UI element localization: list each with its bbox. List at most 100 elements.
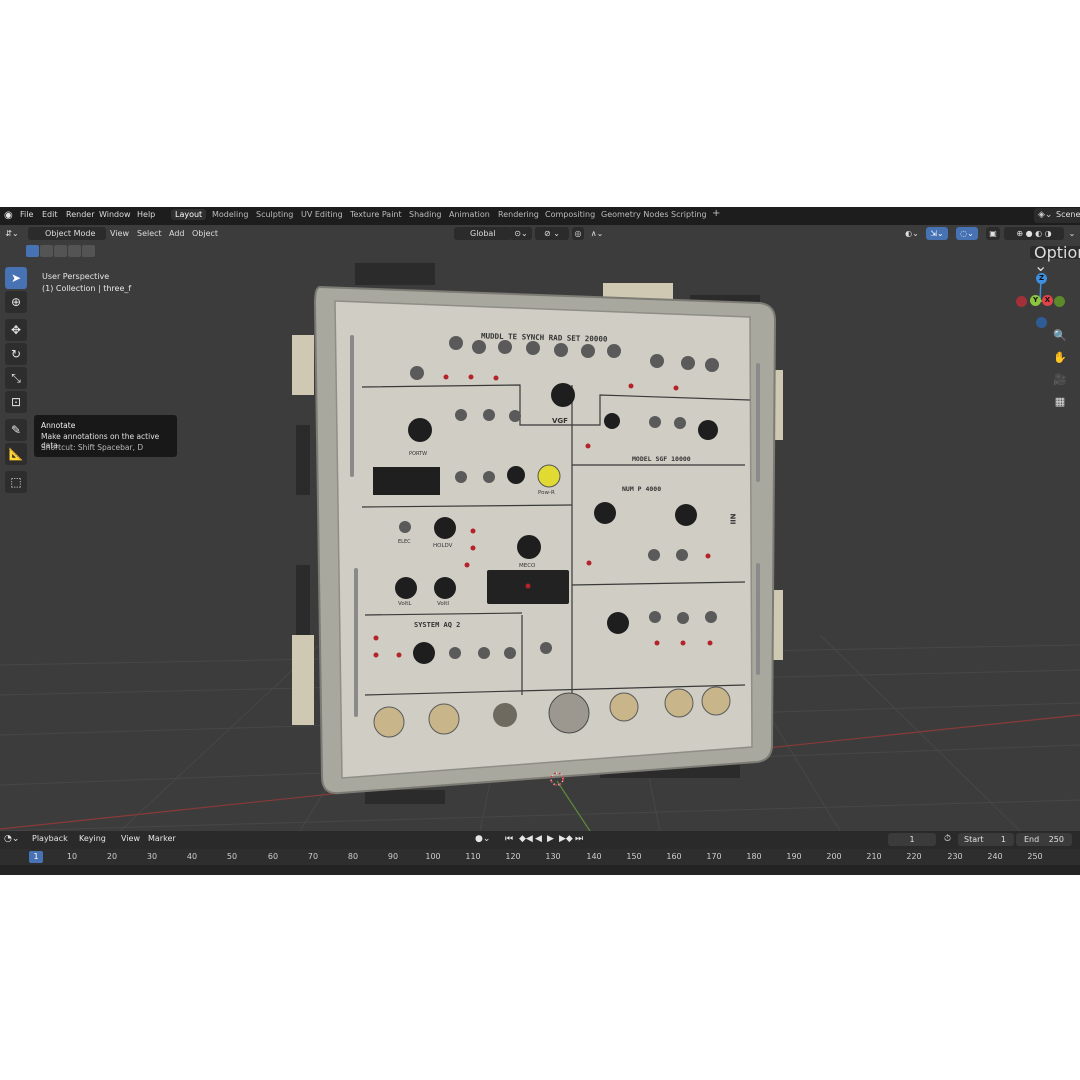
pivot-point-icon[interactable]: ⊙⌄: [510, 227, 532, 240]
end-value: 250: [1048, 835, 1064, 844]
ruler-tick: 240: [987, 852, 1003, 861]
timeline-ruler[interactable]: 1 10 20 30 40 50 60 70 80 90 100 110 120…: [0, 849, 1080, 865]
select-extend-icon[interactable]: [40, 245, 53, 257]
zoom-icon[interactable]: 🔍: [1052, 328, 1068, 344]
annotate-tooltip: Annotate Make annotations on the active …: [34, 415, 177, 457]
select-new-icon[interactable]: [26, 245, 39, 257]
menu-marker[interactable]: Marker: [148, 834, 176, 843]
ruler-tick: 200: [826, 852, 842, 861]
panel-num-label: NUM P 4000: [622, 485, 662, 493]
sdi-connector: [493, 703, 517, 727]
gizmo-neg-x[interactable]: [1016, 296, 1027, 307]
transform-tool-icon[interactable]: ⊡: [5, 391, 27, 413]
menu-timeline-view[interactable]: View: [121, 834, 140, 843]
tab-uv-editing[interactable]: UV Editing: [297, 209, 347, 220]
viewport-canvas: [0, 263, 1080, 831]
shading-options-icon[interactable]: ⌄: [1066, 227, 1078, 240]
gizmo-z-axis[interactable]: Z: [1036, 273, 1047, 284]
start-frame-field[interactable]: Start 1: [958, 833, 1014, 846]
scene-selector[interactable]: ◈⌄ Scene: [1034, 208, 1080, 223]
menu-playback[interactable]: Playback: [32, 834, 68, 843]
transform-orientation-dropdown[interactable]: Global: [454, 227, 512, 240]
tab-modeling[interactable]: Modeling: [208, 209, 252, 220]
end-label: End: [1024, 835, 1040, 844]
play-icon[interactable]: ▶: [547, 834, 554, 844]
editor-type-icon[interactable]: ⇵⌄: [4, 227, 20, 240]
tab-geometry-nodes[interactable]: Geometry Nodes: [597, 209, 672, 220]
gizmo-y-axis[interactable]: Y: [1030, 295, 1041, 306]
end-frame-field[interactable]: End 250: [1016, 833, 1072, 846]
gizmo-neg-y[interactable]: [1054, 296, 1065, 307]
menu-render[interactable]: Render: [66, 210, 94, 219]
menu-view[interactable]: View: [106, 227, 133, 240]
select-invert-icon[interactable]: [68, 245, 81, 257]
ruler-tick: 150: [626, 852, 642, 861]
select-box-tool-icon[interactable]: ➤: [5, 267, 27, 289]
measure-tool-icon[interactable]: 📐: [5, 443, 27, 465]
preview-range-icon[interactable]: ⏱: [944, 834, 951, 844]
visibility-icon[interactable]: ◐⌄: [902, 227, 922, 240]
3d-viewport[interactable]: MUDDL TE SYNCH RAD SET 20000 VGF MODEL S…: [0, 225, 1080, 831]
timeline-editor-type-icon[interactable]: ◔⌄: [4, 834, 19, 844]
cursor-tool-icon[interactable]: ⊕: [5, 291, 27, 313]
add-cube-tool-icon[interactable]: ⬚: [5, 471, 27, 493]
move-tool-icon[interactable]: ✥: [5, 319, 27, 341]
gizmo-toggle-icon[interactable]: ⇲⌄: [926, 227, 948, 240]
panel-holdv-label: HOLDV: [433, 543, 453, 549]
scale-tool-icon[interactable]: ⤡: [5, 367, 27, 389]
camera-icon[interactable]: 🎥: [1052, 372, 1068, 388]
menu-keying[interactable]: Keying: [79, 834, 106, 843]
ruler-tick: 190: [786, 852, 802, 861]
falloff-icon[interactable]: ∧⌄: [588, 227, 606, 240]
snap-icon[interactable]: ⊘ ⌄: [535, 227, 569, 240]
panel-side-label: NII: [728, 513, 737, 525]
menu-edit[interactable]: Edit: [42, 210, 58, 219]
menu-add[interactable]: Add: [165, 227, 189, 240]
select-intersect-icon[interactable]: [82, 245, 95, 257]
blender-logo-icon[interactable]: ◉: [4, 210, 16, 222]
tab-shading[interactable]: Shading: [405, 209, 446, 220]
xray-icon[interactable]: ▣: [986, 227, 1000, 240]
play-reverse-icon[interactable]: ◀: [535, 834, 542, 844]
playhead-frame[interactable]: 1: [29, 851, 43, 863]
tooltip-title: Annotate: [41, 421, 76, 430]
start-value: 1: [1000, 835, 1006, 844]
tab-animation[interactable]: Animation: [445, 209, 494, 220]
pan-hand-icon[interactable]: ✋: [1052, 350, 1068, 366]
tab-layout[interactable]: Layout: [171, 209, 207, 220]
ruler-tick: 210: [866, 852, 882, 861]
overlay-toggle-icon[interactable]: ◌⌄: [956, 227, 978, 240]
tab-scripting[interactable]: Scripting: [667, 209, 711, 220]
annotate-tool-icon[interactable]: ✎: [5, 419, 27, 441]
proportional-edit-icon[interactable]: ◎: [572, 227, 584, 240]
start-label: Start: [964, 835, 984, 844]
current-frame-field[interactable]: 1: [888, 833, 936, 846]
tab-texture-paint[interactable]: Texture Paint: [346, 209, 406, 220]
next-keyframe-icon[interactable]: ▶◆: [559, 834, 573, 844]
menu-help[interactable]: Help: [137, 210, 155, 219]
grid-view-icon[interactable]: ▦: [1052, 394, 1068, 410]
menu-file[interactable]: File: [20, 210, 33, 219]
prev-keyframe-icon[interactable]: ◆◀: [519, 834, 533, 844]
menu-object[interactable]: Object: [188, 227, 222, 240]
rotate-tool-icon[interactable]: ↻: [5, 343, 27, 365]
tab-compositing[interactable]: Compositing: [541, 209, 599, 220]
menu-window[interactable]: Window: [99, 210, 131, 219]
object-mode-dropdown[interactable]: Object Mode: [28, 227, 106, 240]
gizmo-neg-z[interactable]: [1036, 317, 1047, 328]
options-dropdown[interactable]: Options ⌄: [1030, 243, 1080, 274]
timeline-header: ◔⌄ Playback Keying View Marker ●⌄ ⏮ ◆◀ ◀…: [0, 831, 1080, 849]
shading-modes[interactable]: ⊕ ● ◐ ◑: [1004, 227, 1064, 240]
options-label: Options: [1034, 243, 1080, 262]
select-subtract-icon[interactable]: [54, 245, 67, 257]
add-workspace-button[interactable]: +: [708, 207, 724, 220]
ruler-tick: 160: [666, 852, 682, 861]
record-keyframe-icon[interactable]: ●⌄: [475, 834, 490, 844]
gizmo-x-axis[interactable]: X: [1042, 295, 1053, 306]
jump-end-icon[interactable]: ⏭: [575, 834, 583, 844]
tab-sculpting[interactable]: Sculpting: [252, 209, 297, 220]
menu-select[interactable]: Select: [133, 227, 166, 240]
scene-name: Scene: [1056, 210, 1080, 219]
jump-start-icon[interactable]: ⏮: [505, 834, 513, 844]
tab-rendering[interactable]: Rendering: [494, 209, 543, 220]
